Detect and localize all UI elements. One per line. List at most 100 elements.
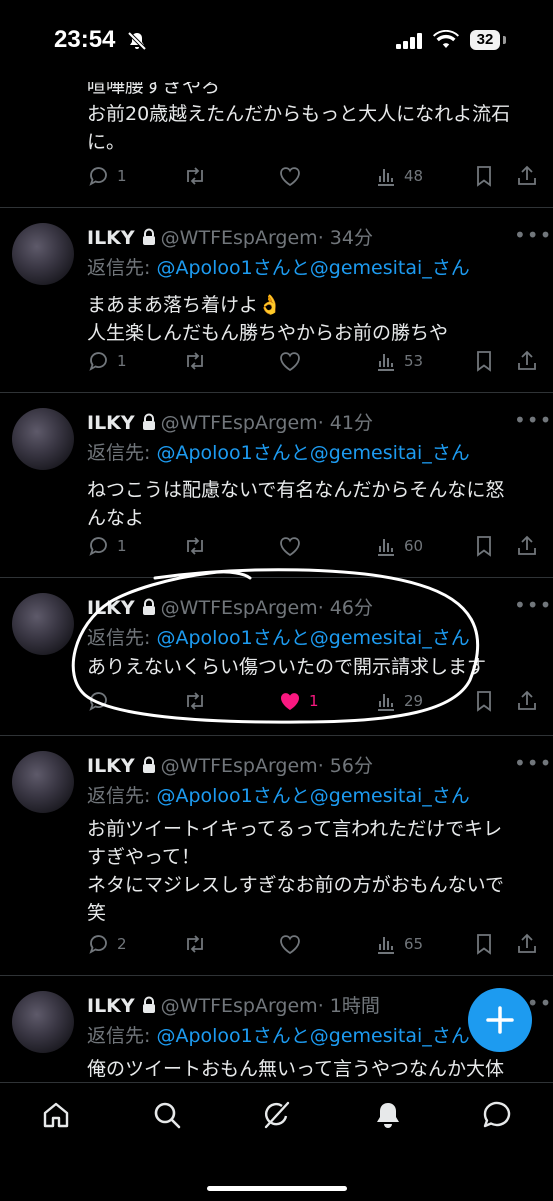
avatar[interactable]	[12, 408, 74, 470]
retweet-button[interactable]	[182, 932, 208, 956]
avatar[interactable]	[12, 223, 74, 285]
timeline-feed[interactable]: 喧嘩腰すぎやろ お前20歳越えたんだからもっと大人になれよ流石 に。 1 48	[0, 82, 553, 1082]
more-options-icon[interactable]: •••	[514, 223, 552, 247]
reply-button[interactable]: 1	[87, 349, 127, 373]
like-button[interactable]	[277, 349, 303, 373]
reply-icon	[89, 167, 107, 186]
retweet-icon	[187, 537, 203, 555]
tweet[interactable]: ILKY @WTFEspArgem· 41分 ••• 返信先: @Apoloo1さ…	[0, 392, 553, 578]
compose-plus-icon	[486, 1006, 514, 1034]
views-button[interactable]: 60	[374, 534, 423, 558]
views-count: 48	[404, 167, 424, 185]
like-button[interactable]	[277, 534, 303, 558]
avatar[interactable]	[12, 751, 74, 813]
tweet[interactable]: ILKY @WTFEspArgem· 34分 ••• 返信先: @Apoloo1さ…	[0, 207, 553, 393]
bookmark-icon	[477, 536, 491, 557]
mention-link[interactable]: @gemesitai_さん	[310, 442, 470, 464]
mention-link[interactable]: @Apoloo1	[156, 627, 252, 649]
bookmark-button[interactable]	[472, 164, 496, 188]
reply-button[interactable]: 2	[87, 932, 127, 956]
more-options-icon[interactable]: •••	[514, 751, 552, 775]
like-icon	[280, 352, 300, 372]
tweet-highlighted[interactable]: ILKY @WTFEspArgem· 46分 ••• 返信先: @Apoloo1さ…	[0, 577, 553, 736]
views-icon	[378, 169, 394, 186]
timestamp[interactable]: · 56分	[318, 755, 373, 777]
avatar[interactable]	[12, 593, 74, 655]
display-name[interactable]: ILKY	[87, 227, 135, 249]
tweet-text-line: 喧嘩腰すぎやろ	[87, 82, 221, 97]
bookmark-button[interactable]	[472, 689, 496, 713]
mention-link[interactable]: @Apoloo1	[156, 785, 252, 807]
display-name[interactable]: ILKY	[87, 995, 135, 1017]
nav-grok[interactable]	[260, 1099, 292, 1135]
more-options-icon[interactable]: •••	[514, 408, 552, 432]
reply-context: 返信先: @Apoloo1さんと@gemesitai_さん	[87, 253, 470, 280]
share-icon	[518, 165, 536, 185]
views-button[interactable]: 29	[374, 689, 423, 713]
tweet[interactable]: ILKY @WTFEspArgem· 56分 ••• 返信先: @Apoloo1さ…	[0, 735, 553, 976]
handle[interactable]: @WTFEspArgem	[161, 597, 318, 619]
timestamp[interactable]: · 46分	[318, 597, 373, 619]
nav-home[interactable]	[40, 1099, 72, 1135]
like-button[interactable]	[277, 164, 303, 188]
like-icon	[280, 537, 300, 557]
reply-label: 返信先:	[87, 785, 157, 807]
share-button[interactable]	[515, 349, 539, 373]
mention-link[interactable]: @Apoloo1	[156, 1025, 252, 1047]
timestamp[interactable]: · 1時間	[318, 995, 380, 1017]
views-button[interactable]: 48	[374, 164, 423, 188]
mention-link[interactable]: @gemesitai_さん	[310, 627, 470, 649]
handle[interactable]: @WTFEspArgem	[161, 412, 318, 434]
share-button[interactable]	[515, 689, 539, 713]
share-button[interactable]	[515, 534, 539, 558]
timestamp[interactable]: · 34分	[318, 227, 373, 249]
handle[interactable]: @WTFEspArgem	[161, 755, 318, 777]
views-icon	[378, 937, 394, 954]
reply-button[interactable]	[87, 689, 117, 713]
nav-messages[interactable]	[481, 1099, 513, 1135]
share-button[interactable]	[515, 164, 539, 188]
wifi-icon	[433, 29, 459, 54]
bookmark-button[interactable]	[472, 534, 496, 558]
avatar[interactable]	[12, 991, 74, 1053]
display-name[interactable]: ILKY	[87, 412, 135, 434]
bookmark-button[interactable]	[472, 932, 496, 956]
like-button-active[interactable]: 1	[277, 689, 319, 713]
views-icon	[378, 539, 394, 556]
display-name[interactable]: ILKY	[87, 755, 135, 777]
handle[interactable]: @WTFEspArgem	[161, 995, 318, 1017]
reply-count: 2	[117, 935, 127, 953]
mention-link[interactable]: @gemesitai_さん	[310, 785, 470, 807]
like-button[interactable]	[277, 932, 303, 956]
tweet-partial[interactable]: 喧嘩腰すぎやろ お前20歳越えたんだからもっと大人になれよ流石 に。 1 48	[0, 82, 553, 208]
nav-notifications[interactable]	[372, 1099, 404, 1135]
reply-icon	[89, 935, 107, 954]
views-button[interactable]: 65	[374, 932, 423, 956]
timestamp[interactable]: · 41分	[318, 412, 373, 434]
more-options-icon[interactable]: •••	[514, 593, 552, 617]
views-button[interactable]: 53	[374, 349, 423, 373]
mention-link[interactable]: @gemesitai_さん	[310, 257, 470, 279]
retweet-button[interactable]	[182, 534, 208, 558]
reply-button[interactable]: 1	[87, 164, 127, 188]
reply-label: 返信先:	[87, 257, 157, 279]
status-bar: 23:54 32	[0, 0, 553, 82]
share-button[interactable]	[515, 932, 539, 956]
mention-link[interactable]: @Apoloo1	[156, 442, 252, 464]
display-name[interactable]: ILKY	[87, 597, 135, 619]
tweet-header: ILKY @WTFEspArgem· 34分	[87, 223, 373, 250]
reply-label: 返信先:	[87, 627, 157, 649]
compose-button[interactable]	[468, 988, 532, 1052]
nav-search[interactable]	[151, 1099, 183, 1135]
lock-icon	[142, 413, 155, 430]
mention-link[interactable]: @Apoloo1	[156, 257, 252, 279]
retweet-button[interactable]	[182, 349, 208, 373]
reply-button[interactable]: 1	[87, 534, 127, 558]
bookmark-button[interactable]	[472, 349, 496, 373]
share-icon	[518, 690, 536, 710]
mention-link[interactable]: @gemesitai_さん	[310, 1025, 470, 1047]
handle[interactable]: @WTFEspArgem	[161, 227, 318, 249]
signal-icon	[396, 33, 424, 53]
retweet-button[interactable]	[182, 689, 208, 713]
retweet-button[interactable]	[182, 164, 208, 188]
